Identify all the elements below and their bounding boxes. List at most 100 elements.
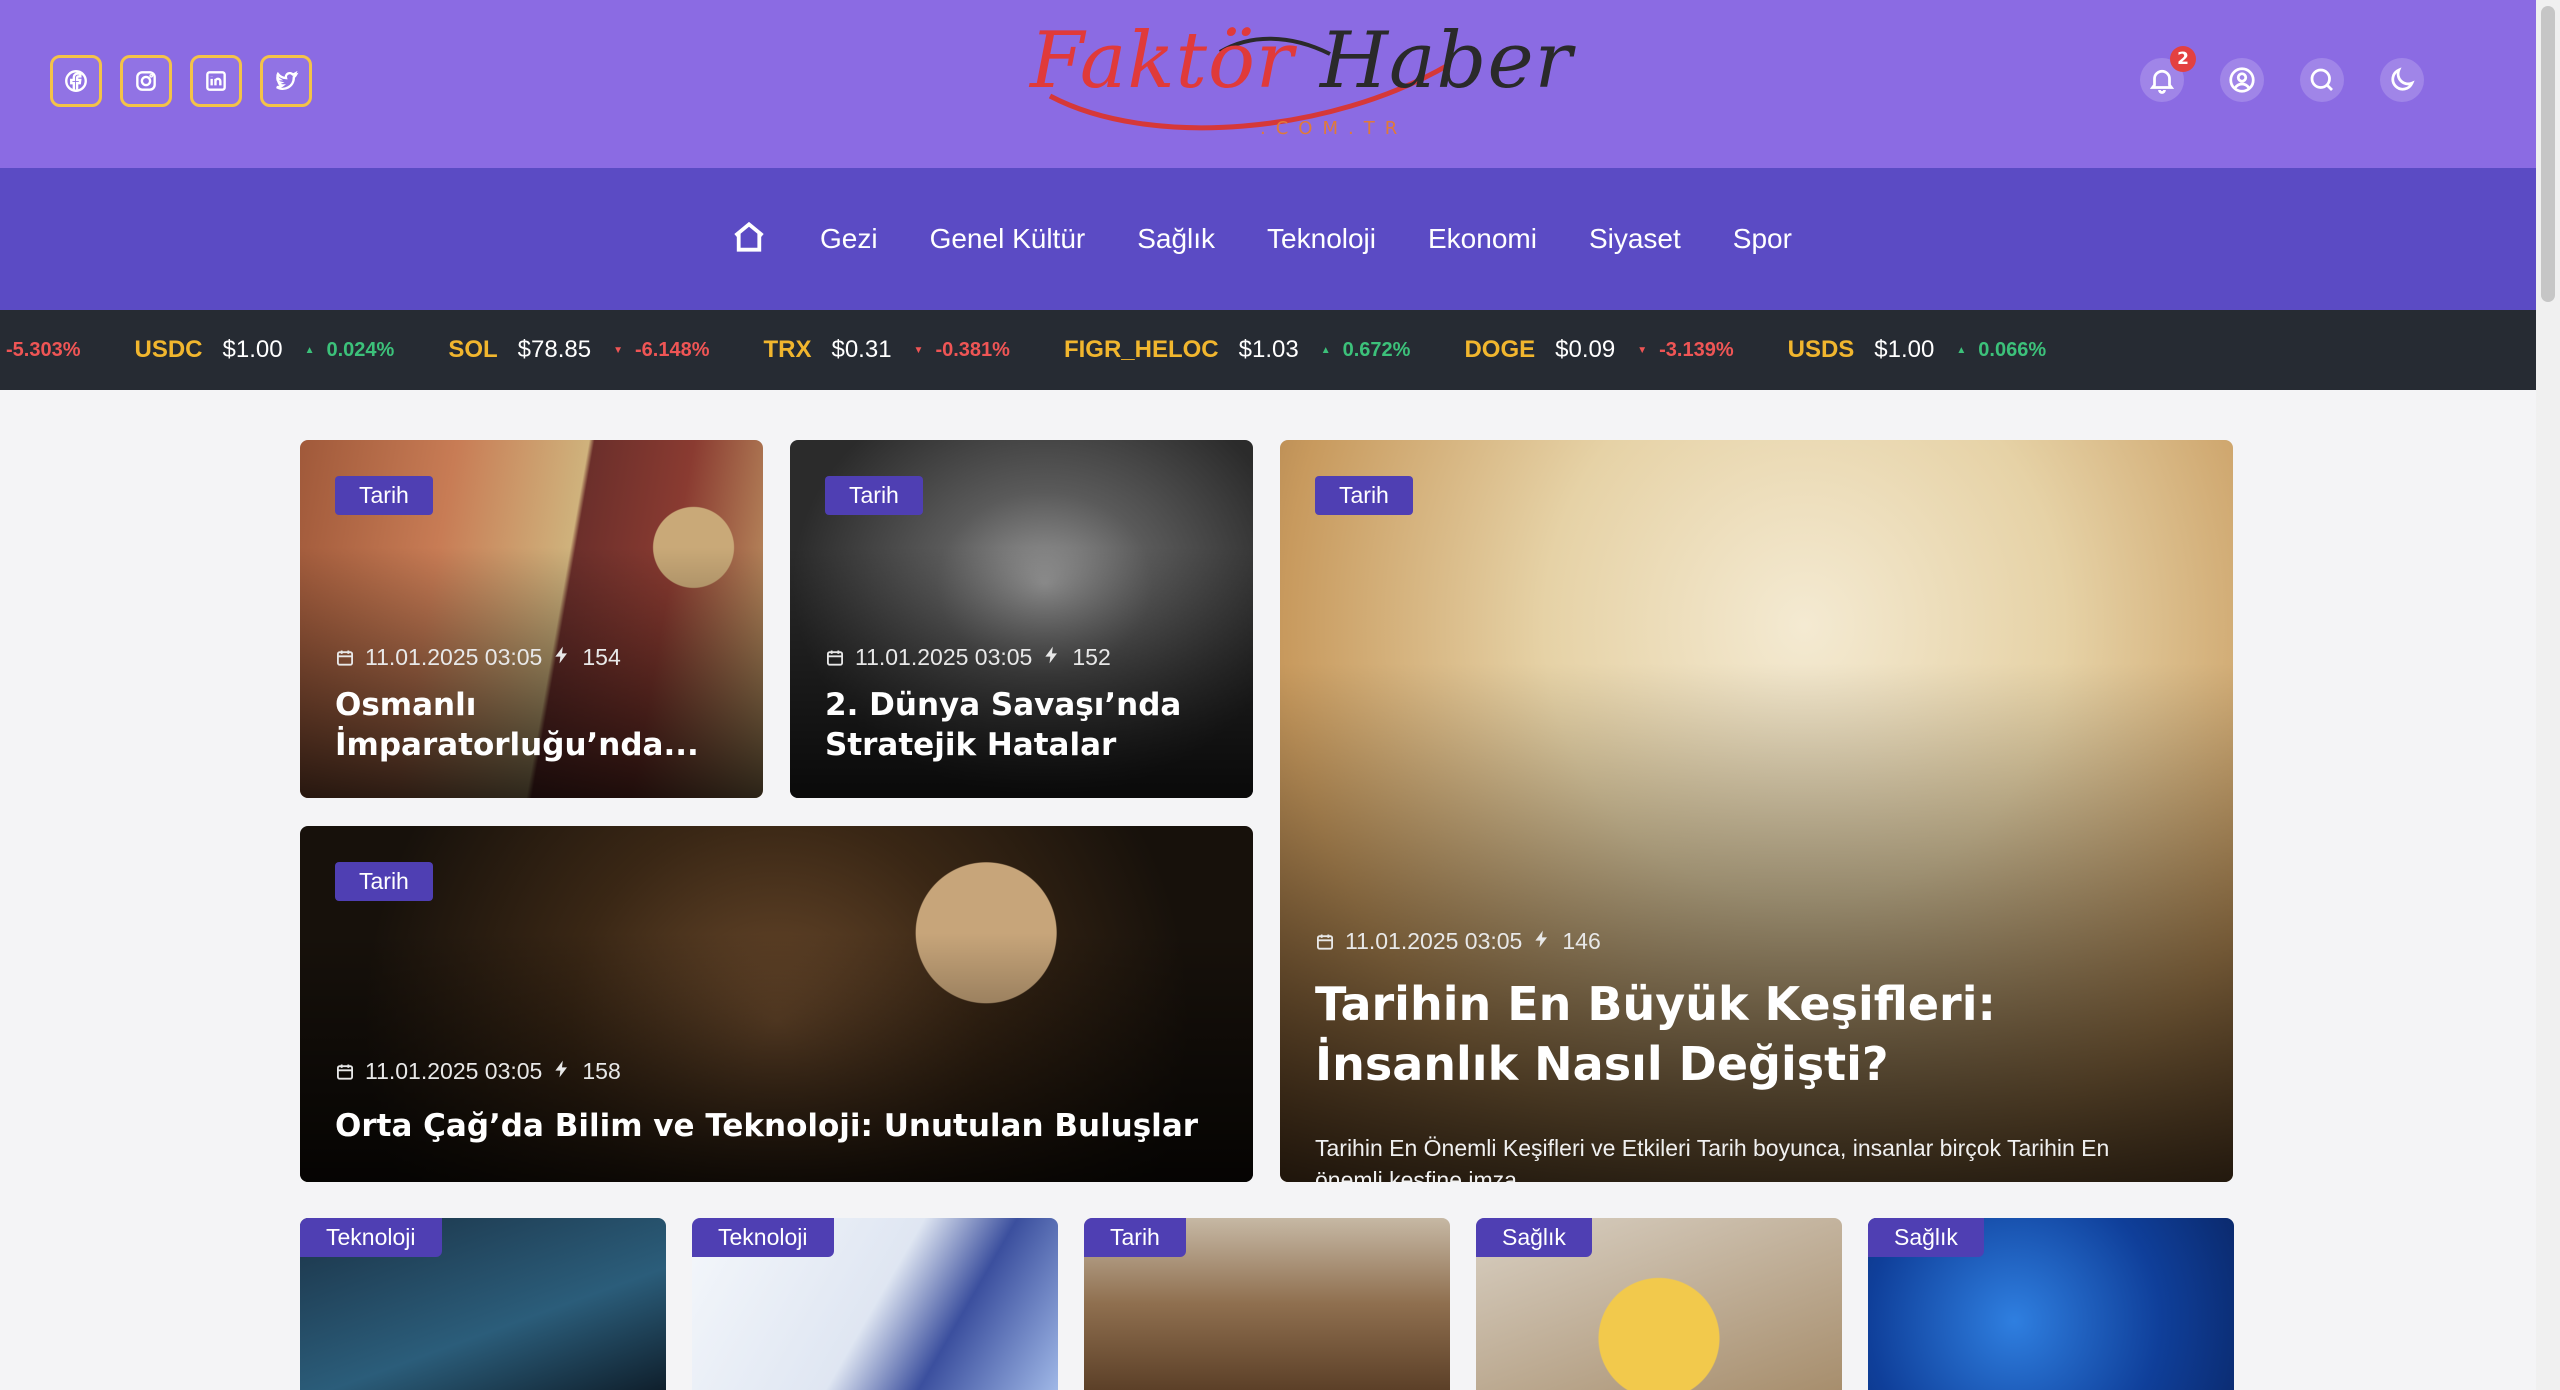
category-tag[interactable]: Teknoloji [692, 1218, 834, 1257]
card-title[interactable]: Osmanlı İmparatorluğu’nda... [335, 685, 733, 766]
ticker-symbol: FIGR_HELOC [1063, 336, 1219, 363]
main-navigation: Gezi Genel Kültür Sağlık Teknoloji Ekono… [0, 168, 2536, 310]
main-content: Tarih 11.01.2025 03:05 154 Osmanlı İmpar… [0, 390, 2536, 1390]
category-tag[interactable]: Tarih [1084, 1218, 1186, 1257]
ticker-item: FIGR_HELOC $1.03 ▲ 0.672% [1064, 336, 1411, 364]
ticker-track: -5.303% USDC $1.00 ▲ 0.024% SOL $78.85 ▼… [6, 310, 2100, 390]
featured-card[interactable]: Tarih 11.01.2025 03:05 158 Orta Çağ’da B… [300, 826, 1253, 1182]
logo-text: Faktör Haber [1030, 16, 1573, 106]
site-logo[interactable]: Faktör Haber .COM.TR [1030, 14, 1572, 144]
user-account-button[interactable] [2220, 58, 2264, 102]
nav-home[interactable] [730, 218, 768, 260]
card-views: 154 [582, 644, 621, 670]
category-tag[interactable]: Tarih [335, 862, 433, 901]
bolt-icon [552, 1058, 572, 1085]
ticker-change: -3.139% [1659, 338, 1734, 361]
ticker-price: $1.03 [1238, 336, 1299, 363]
header-actions: 2 [2140, 46, 2424, 102]
card-meta: 11.01.2025 03:05 154 [335, 644, 621, 671]
notification-badge: 2 [2170, 46, 2196, 72]
ticker-price: $0.09 [1555, 336, 1616, 363]
small-card[interactable]: Sağlık [1868, 1218, 2234, 1390]
card-meta: 11.01.2025 03:05 146 [1315, 928, 1601, 955]
dark-mode-toggle[interactable] [2380, 58, 2424, 102]
ticker-item: SOL $78.85 ▼ -6.148% [448, 336, 709, 364]
nav-item-gezi[interactable]: Gezi [820, 223, 878, 255]
category-tag[interactable]: Tarih [825, 476, 923, 515]
nav-item-saglik[interactable]: Sağlık [1137, 223, 1215, 255]
category-tag[interactable]: Sağlık [1476, 1218, 1592, 1257]
nav-item-ekonomi[interactable]: Ekonomi [1428, 223, 1537, 255]
ticker-item: USDS $1.00 ▲ 0.066% [1788, 336, 2047, 364]
ticker-symbol: USDS [1787, 336, 1855, 363]
card-date: 11.01.2025 03:05 [365, 644, 543, 670]
nav-item-spor[interactable]: Spor [1733, 223, 1792, 255]
arrow-down-icon: ▼ [1637, 344, 1648, 356]
ticker-item: TRX $0.31 ▼ -0.381% [763, 336, 1009, 364]
nav-item-genel-kultur[interactable]: Genel Kültür [930, 223, 1086, 255]
card-title[interactable]: Orta Çağ’da Bilim ve Teknoloji: Unutulan… [335, 1106, 1223, 1146]
ticker-change: -5.303% [6, 338, 81, 361]
card-title[interactable]: Tarihin En Büyük Keşifleri: İnsanlık Nas… [1315, 975, 2173, 1095]
arrow-down-icon: ▼ [913, 344, 924, 356]
featured-card-large[interactable]: Tarih 11.01.2025 03:05 146 Tarihin En Bü… [1280, 440, 2233, 1182]
search-icon [2310, 68, 2333, 91]
instagram-link[interactable] [120, 55, 172, 107]
bolt-icon [1532, 928, 1552, 955]
card-overlay [1280, 662, 2233, 1182]
search-button[interactable] [2300, 58, 2344, 102]
small-card[interactable]: Teknoloji [692, 1218, 1058, 1390]
card-title[interactable]: 2. Dünya Savaşı’nda Stratejik Hatalar [825, 685, 1223, 766]
card-date: 11.01.2025 03:05 [365, 1058, 543, 1084]
card-meta: 11.01.2025 03:05 152 [825, 644, 1111, 671]
ticker-change: -0.381% [935, 338, 1010, 361]
category-tag[interactable]: Teknoloji [300, 1218, 442, 1257]
calendar-icon [1317, 934, 1333, 950]
instagram-icon [136, 71, 156, 91]
nav-item-teknoloji[interactable]: Teknoloji [1267, 223, 1376, 255]
ticker-item: -5.303% [6, 339, 81, 362]
ticker-price: $1.00 [1874, 336, 1935, 363]
ticker-item: DOGE $0.09 ▼ -3.139% [1464, 336, 1733, 364]
page-scrollbar[interactable] [2536, 0, 2560, 1390]
twitter-link[interactable] [260, 55, 312, 107]
ticker-change: -6.148% [634, 338, 710, 361]
ticker-symbol: TRX [763, 336, 812, 363]
category-tag[interactable]: Sağlık [1868, 1218, 1984, 1257]
bell-icon [2149, 69, 2175, 94]
ticker-symbol: SOL [448, 336, 498, 363]
featured-card[interactable]: Tarih 11.01.2025 03:05 154 Osmanlı İmpar… [300, 440, 763, 798]
ticker-symbol: USDC [134, 336, 203, 363]
notifications-button[interactable]: 2 [2140, 46, 2196, 102]
arrow-up-icon: ▲ [1956, 344, 1967, 356]
category-tag[interactable]: Tarih [1315, 476, 1413, 515]
featured-card[interactable]: Tarih 11.01.2025 03:05 152 2. Dünya Sava… [790, 440, 1253, 798]
ticker-change: 0.672% [1342, 338, 1411, 361]
home-icon [734, 221, 764, 252]
arrow-up-icon: ▲ [1320, 344, 1331, 356]
bolt-icon [1042, 644, 1062, 671]
logo-text-haber: Haber [1319, 16, 1573, 106]
scrollbar-thumb[interactable] [2541, 6, 2555, 302]
calendar-icon [337, 1064, 353, 1080]
card-date: 11.01.2025 03:05 [855, 644, 1033, 670]
ticker-change: 0.066% [1978, 338, 2047, 361]
facebook-link[interactable] [50, 55, 102, 107]
small-card[interactable]: Teknoloji [300, 1218, 666, 1390]
small-card[interactable]: Tarih [1084, 1218, 1450, 1390]
user-circle-icon [2229, 67, 2255, 93]
crypto-ticker: -5.303% USDC $1.00 ▲ 0.024% SOL $78.85 ▼… [0, 310, 2536, 390]
category-tag[interactable]: Tarih [335, 476, 433, 515]
card-meta: 11.01.2025 03:05 158 [335, 1058, 621, 1085]
linkedin-link[interactable] [190, 55, 242, 107]
nav-item-siyaset[interactable]: Siyaset [1589, 223, 1681, 255]
facebook-icon [65, 70, 87, 92]
arrow-down-icon: ▼ [613, 344, 623, 356]
linkedin-icon [206, 71, 226, 91]
logo-text-faktor: Faktör [1030, 16, 1295, 106]
small-card[interactable]: Sağlık [1476, 1218, 1842, 1390]
ticker-price: $0.31 [831, 336, 892, 363]
calendar-icon [337, 650, 353, 666]
moon-icon [2391, 67, 2415, 91]
ticker-item: USDC $1.00 ▲ 0.024% [135, 336, 395, 364]
